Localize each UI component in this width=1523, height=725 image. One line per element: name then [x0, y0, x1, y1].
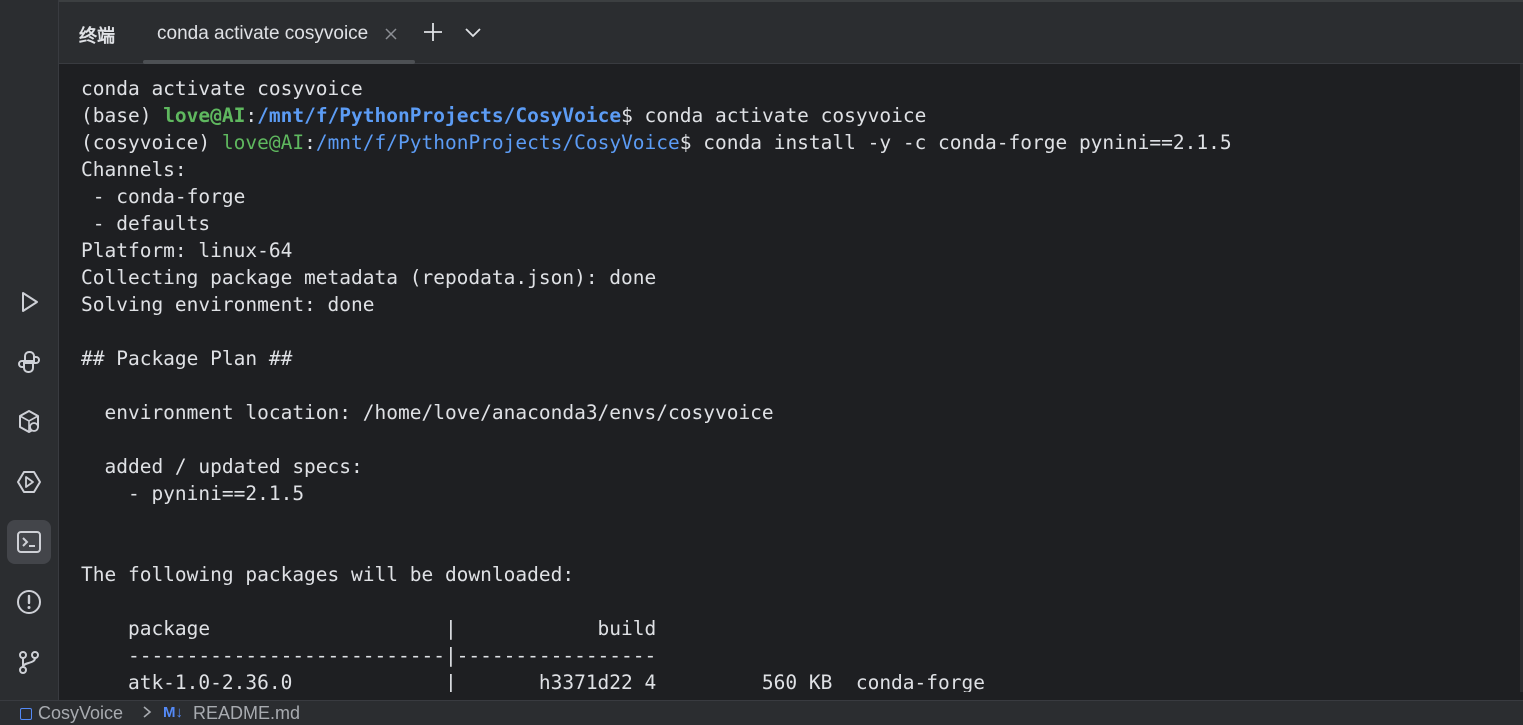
terminal-user: love@AI	[163, 104, 246, 127]
terminal-text: Solving environment: done	[81, 293, 375, 316]
services-icon[interactable]	[7, 400, 51, 444]
terminal-line: (cosyvoice) love@AI:/mnt/f/PythonProject…	[81, 129, 1232, 156]
breadcrumb-project[interactable]: CosyVoice	[38, 703, 123, 724]
terminal-path: /mnt/f/PythonProjects/CosyVoice	[315, 131, 680, 154]
terminal-text: package | build	[81, 617, 657, 640]
terminal-line: - pynini==2.1.5	[81, 480, 1232, 507]
markdown-file-icon: M↓	[163, 704, 183, 721]
terminal-text: Collecting package metadata (repodata.js…	[81, 266, 657, 289]
terminal-text: - pynini==2.1.5	[81, 482, 305, 505]
terminal-text: :	[304, 131, 316, 154]
tab-terminal-session[interactable]: conda activate cosyvoice	[143, 0, 415, 64]
terminal-line: Solving environment: done	[81, 291, 1232, 318]
terminal-tab-bar: 终端 conda activate cosyvoice	[59, 0, 1523, 64]
terminal-text: atk-1.0-2.36.0 | h3371d22_4 560 KB conda…	[81, 671, 985, 692]
git-icon[interactable]	[7, 640, 51, 684]
terminal-line: added / updated specs:	[81, 453, 1232, 480]
tab-label: conda activate cosyvoice	[157, 23, 369, 44]
terminal-line: - defaults	[81, 210, 1232, 237]
terminal-line: - conda-forge	[81, 183, 1232, 210]
terminal-text: environment location: /home/love/anacond…	[81, 401, 774, 424]
terminal-text: conda activate cosyvoice	[81, 77, 363, 100]
terminal-line: environment location: /home/love/anacond…	[81, 399, 1232, 426]
tab-menu-button[interactable]	[459, 18, 487, 46]
terminal-text: Platform: linux-64	[81, 239, 293, 262]
terminal-text: :	[245, 104, 258, 127]
terminal-text: The following packages will be downloade…	[81, 563, 575, 586]
close-icon[interactable]	[383, 26, 399, 42]
terminal-line: ## Package Plan ##	[81, 345, 1232, 372]
terminal-output[interactable]: conda activate cosyvoice (base) love@AI:/…	[60, 64, 1523, 692]
terminal-text: (base)	[81, 104, 164, 127]
terminal-text: $ conda install -y -c conda-forge pynini…	[679, 131, 1232, 154]
plus-icon	[424, 23, 442, 41]
chevron-right-icon	[143, 706, 152, 718]
project-icon	[20, 708, 32, 720]
terminal-text: - conda-forge	[81, 185, 246, 208]
terminal-line: package | build	[81, 615, 1232, 642]
terminal-line: Platform: linux-64	[81, 237, 1232, 264]
terminal-path: /mnt/f/PythonProjects/CosyVoice	[257, 104, 622, 127]
terminal-line: ---------------------------|------------…	[81, 642, 1232, 669]
window-top-border	[59, 0, 1523, 2]
terminal-text: Channels:	[81, 158, 187, 181]
terminal-text: added / updated specs:	[81, 455, 363, 478]
terminal-text: $ conda activate cosyvoice	[621, 104, 927, 127]
left-tool-strip	[0, 0, 59, 700]
terminal-icon[interactable]	[7, 520, 51, 564]
ide-window: 终端 conda activate cosyvoice conda activa…	[0, 0, 1523, 725]
terminal-text: ## Package Plan ##	[81, 347, 293, 370]
status-bar: CosyVoice M↓ README.md	[0, 700, 1523, 725]
terminal-line: (base) love@AI:/mnt/f/PythonProjects/Cos…	[81, 102, 1232, 129]
terminal-text: - defaults	[81, 212, 211, 235]
terminal-text: ---------------------------|------------…	[81, 644, 657, 667]
terminal-user: love@AI	[221, 131, 305, 154]
breadcrumb-file[interactable]: README.md	[193, 703, 300, 724]
add-tab-button[interactable]	[419, 18, 447, 46]
terminal-text: (cosyvoice)	[81, 131, 222, 154]
terminal-line: The following packages will be downloade…	[81, 561, 1232, 588]
python-console-icon[interactable]	[7, 340, 51, 384]
chevron-down-icon	[465, 28, 481, 38]
terminal-line: Channels:	[81, 156, 1232, 183]
problems-icon[interactable]	[7, 580, 51, 624]
tool-window-title: 终端	[79, 26, 115, 46]
terminal-line: Collecting package metadata (repodata.js…	[81, 264, 1232, 291]
endpoints-icon[interactable]	[7, 460, 51, 504]
terminal-lines: conda activate cosyvoice (base) love@AI:/…	[81, 75, 1232, 692]
terminal-line: atk-1.0-2.36.0 | h3371d22_4 560 KB conda…	[81, 669, 1232, 692]
terminal-line: conda activate cosyvoice	[81, 75, 1232, 102]
run-icon[interactable]	[7, 280, 51, 324]
